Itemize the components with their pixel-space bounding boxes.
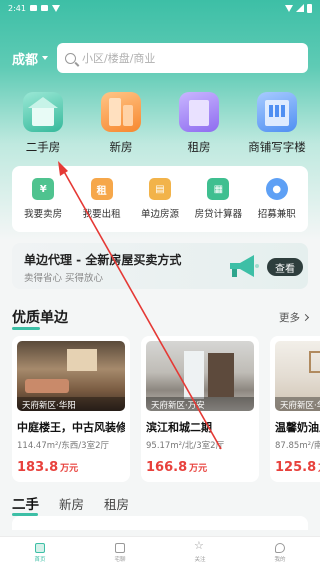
main-category-nav: 二手房 新房 租房 商铺写字楼 (4, 92, 316, 155)
signal-icon (296, 4, 304, 12)
listing-photo: 天府新区·万安 (146, 341, 254, 411)
quick-action-label: 招募兼职 (257, 209, 296, 220)
nav-label: 新房 (109, 140, 133, 154)
listing-price: 166.8 万元 (146, 456, 254, 475)
listing-name: 滨江和城二期 (146, 421, 212, 434)
notification-image-icon (29, 5, 37, 11)
notification-sim-icon (40, 5, 48, 11)
battery-icon (307, 3, 312, 13)
message-icon (115, 542, 125, 553)
bottom-nav-chat[interactable]: 宅聊 (90, 542, 150, 563)
banner-title: 单边代理 - 全新房屋买卖方式 (24, 253, 182, 267)
promo-banner[interactable]: 单边代理 - 全新房屋买卖方式 卖得省心 买得放心 查看 (12, 243, 308, 289)
listing-district: 天府新区·华阳 (275, 397, 320, 411)
quick-action-sell[interactable]: ¥ 我要卖房 (15, 178, 71, 220)
more-label: 更多 (279, 311, 300, 324)
listing-card[interactable]: 天府新区·华阳 中庭楼王，中古风装修 114.47m²/东西/3室2厅 183.… (12, 336, 130, 482)
wifi-icon (285, 4, 293, 12)
featured-section-header: 优质单边 更多 (12, 307, 310, 330)
banner-subtitle: 卖得省心 买得放心 (24, 273, 104, 284)
listing-photo: 天府新区·华阳 (275, 341, 320, 411)
price-value: 125.8 (275, 460, 317, 475)
bottom-nav-label: 宅聊 (114, 556, 126, 563)
listing-name: 温馨奶油风 (275, 421, 320, 434)
search-row: 成都 (12, 42, 308, 74)
quick-action-label: 房贷计算器 (194, 209, 243, 220)
listing-spec: 114.47m²/东西/3室2厅 (17, 441, 109, 451)
chevron-down-icon (42, 56, 49, 60)
quick-action-label: 我要出租 (82, 209, 121, 220)
calculator-icon: ▦ (207, 178, 230, 200)
listing-price: 125.8万元 (275, 456, 320, 475)
nav-item-xinfang[interactable]: 新房 (82, 92, 160, 155)
quick-action-label: 我要卖房 (24, 209, 63, 220)
bottom-nav-follow[interactable]: 关注 (170, 539, 230, 563)
star-icon (194, 539, 205, 553)
nav-label: 二手房 (25, 140, 61, 154)
listing-district: 天府新区·万安 (146, 397, 254, 411)
listing-price: 183.8 万元 (17, 456, 125, 475)
search-icon (65, 52, 76, 64)
section-title: 优质单边 (12, 307, 68, 330)
status-time: 2:41 (8, 3, 26, 13)
quick-action-mortgage-calculator[interactable]: ▦ 房贷计算器 (190, 178, 246, 220)
listing-spec: 95.17m²/北/3室2厅 (146, 441, 225, 451)
listing-name: 中庭楼王，中古风装修 (17, 421, 125, 434)
price-unit: 万元 (60, 464, 79, 474)
featured-listings[interactable]: 天府新区·华阳 中庭楼王，中古风装修 114.47m²/东西/3室2厅 183.… (12, 336, 320, 482)
buildings-icon (101, 92, 141, 132)
quick-actions-card: ¥ 我要卖房 租 我要出租 ▤ 单边房源 ▦ 房贷计算器 ● 招募兼职 (12, 166, 308, 232)
listing-source-icon: ▤ (148, 178, 171, 200)
nav-item-shangpu[interactable]: 商铺写字楼 (238, 92, 316, 155)
chevron-right-icon (301, 313, 310, 321)
more-link[interactable]: 更多 (279, 310, 310, 325)
office-building-icon (257, 92, 297, 132)
listing-photo: 天府新区·华阳 (17, 341, 125, 411)
sell-house-icon: ¥ (32, 178, 55, 200)
bottom-nav-home[interactable]: 首页 (10, 542, 70, 563)
bottom-nav-label: 关注 (194, 556, 206, 563)
bottom-nav-profile[interactable]: 我的 (250, 542, 310, 563)
profile-icon (275, 542, 285, 553)
listing-district: 天府新区·华阳 (17, 397, 125, 411)
bottom-nav-label: 我的 (274, 556, 286, 563)
bottom-nav-label: 首页 (34, 556, 46, 563)
listing-card-peek (12, 516, 308, 530)
recruit-people-icon: ● (265, 178, 288, 200)
search-box[interactable] (57, 43, 308, 73)
nav-item-ershoufang[interactable]: 二手房 (4, 92, 82, 155)
tab-ershou[interactable]: 二手 (12, 493, 39, 516)
search-input[interactable] (82, 51, 282, 65)
listing-tabs: 二手 新房 租房 (12, 493, 129, 516)
home-icon (35, 542, 45, 553)
quick-action-recruit[interactable]: ● 招募兼职 (249, 178, 305, 220)
listing-spec: 87.85m²/南/3室2厅 (275, 441, 320, 451)
price-value: 166.8 (146, 460, 188, 475)
rent-out-icon: 租 (90, 178, 113, 200)
house-icon (23, 92, 63, 132)
listing-card[interactable]: 天府新区·万安 滨江和城二期 95.17m²/北/3室2厅 166.8 万元 (141, 336, 259, 482)
nav-label: 商铺写字楼 (248, 140, 306, 154)
city-selector[interactable]: 成都 (12, 49, 57, 68)
price-value: 183.8 (17, 460, 59, 475)
notification-download-icon (51, 4, 60, 12)
tab-zufang[interactable]: 租房 (104, 494, 129, 513)
status-bar: 2:41 (0, 0, 320, 16)
tab-xinfang[interactable]: 新房 (59, 494, 84, 513)
quick-action-label: 单边房源 (140, 209, 179, 220)
price-unit: 万元 (189, 464, 208, 474)
nav-label: 租房 (187, 140, 211, 154)
quick-action-listing-source[interactable]: ▤ 单边房源 (132, 178, 188, 220)
bottom-nav: 首页 宅聊 关注 我的 (0, 536, 320, 568)
rent-building-icon (179, 92, 219, 132)
nav-item-zufang[interactable]: 租房 (160, 92, 238, 155)
city-label: 成都 (12, 52, 39, 68)
quick-action-rent-out[interactable]: 租 我要出租 (74, 178, 130, 220)
megaphone-icon (230, 255, 259, 277)
banner-view-button[interactable]: 查看 (267, 258, 303, 276)
listing-card[interactable]: 天府新区·华阳 温馨奶油风 87.85m²/南/3室2厅 125.8万元 (270, 336, 320, 482)
